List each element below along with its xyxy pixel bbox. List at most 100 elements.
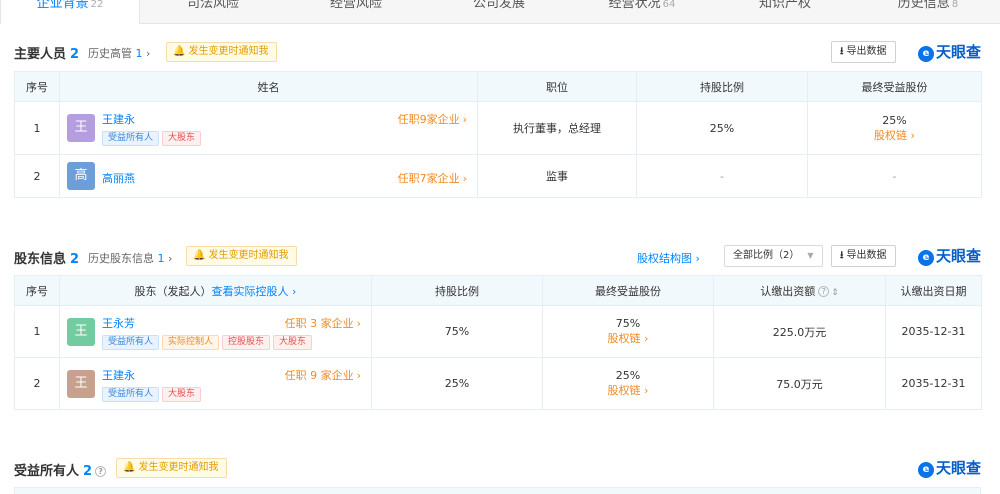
beneficiaries-table-header xyxy=(14,487,981,494)
export-data-button[interactable]: ⭳ 导出数据 xyxy=(831,245,896,267)
download-icon: ⭳ xyxy=(840,46,844,57)
beneficiaries-section-title: 受益所有人 2? xyxy=(14,460,107,479)
tianyancha-logo: e 天眼查 xyxy=(918,42,981,62)
sort-icon[interactable]: ⇕ xyxy=(831,288,839,298)
notify-label: 发生变更时通知我 xyxy=(208,250,289,261)
benefit-value: 75% xyxy=(615,317,641,330)
equity-chain-link[interactable]: 股权链 › xyxy=(874,129,915,142)
ratio-cell: 75% xyxy=(371,305,543,358)
person-cell: 高 高丽燕 任职7家企业 › xyxy=(59,154,478,198)
equity-structure-link[interactable]: 股权结构图 › xyxy=(637,250,700,266)
tag-beneficial-owner: 受益所有人 xyxy=(102,131,160,146)
tag-list: 受益所有人 大股东 xyxy=(102,130,204,146)
tag-major-shareholder: 大股东 xyxy=(162,131,202,146)
amount-cell: 75.0万元 xyxy=(713,357,886,410)
avatar: 王 xyxy=(67,370,95,398)
tab-judicial-risk[interactable]: 司法风险 xyxy=(143,0,283,17)
download-icon: ⭳ xyxy=(840,250,844,261)
question-icon[interactable]: ? xyxy=(818,285,830,297)
serve-companies-link[interactable]: 任职9家企业 › xyxy=(398,111,467,127)
tab-business-status[interactable]: 经营状况 64 xyxy=(572,0,712,17)
row-index: 2 xyxy=(14,357,60,410)
equity-chain-label: 股权链 xyxy=(607,332,641,345)
shareholder-cell: 王 王永芳 受益所有人 实际控制人 控股股东 大股东 任职 3 家企业 › xyxy=(59,305,372,358)
question-icon[interactable]: ? xyxy=(95,466,107,477)
tab-company-development[interactable]: 公司发展 xyxy=(429,0,569,17)
benefit-value: 25% xyxy=(615,369,641,382)
notify-label: 发生变更时通知我 xyxy=(188,46,269,57)
tab-history-info[interactable]: 历史信息 8 xyxy=(858,0,998,17)
brand-logo-icon: e xyxy=(918,250,934,266)
tab-label: 司法风险 xyxy=(186,0,239,11)
tab-company-background[interactable]: 企业背景 22 xyxy=(0,0,140,24)
bell-icon: 🔔 xyxy=(193,250,206,261)
section-title-text: 主要人员 xyxy=(14,47,67,62)
export-data-button[interactable]: ⭳ 导出数据 xyxy=(831,41,896,63)
table-row: 2 王 王建永 受益所有人 大股东 任职 9 家企业 › 25% 25% 股权链 ›… xyxy=(14,357,982,410)
notify-on-change-button[interactable]: 🔔 发生变更时通知我 xyxy=(186,246,298,266)
col-header-amount[interactable]: 认缴出资额? ⇕ xyxy=(713,275,886,306)
section-count: 2 xyxy=(70,47,80,62)
chevron-right-icon: › xyxy=(146,47,151,60)
view-actual-controller-link[interactable]: 查看实际控股人 › xyxy=(212,285,297,298)
person-name-link[interactable]: 高丽燕 xyxy=(102,170,135,186)
amount-cell: 225.0万元 xyxy=(713,305,886,358)
tab-label: 经营状况 xyxy=(608,0,661,11)
col-header-label: 认缴出资额 xyxy=(760,284,816,298)
shareholder-name-link[interactable]: 王永芳 xyxy=(102,315,135,331)
table-row: 2 高 高丽燕 任职7家企业 › 监事 - - xyxy=(14,154,982,198)
tianyancha-logo: e 天眼查 xyxy=(918,246,981,266)
shareholder-name-link[interactable]: 王建永 xyxy=(102,367,135,383)
brand-name: 天眼查 xyxy=(936,459,982,477)
history-count: 1 xyxy=(157,252,165,265)
ratio-cell: 25% xyxy=(636,101,808,155)
section-count: 2 xyxy=(70,252,80,267)
avatar: 王 xyxy=(67,318,95,346)
tag-list: 受益所有人 大股东 xyxy=(102,386,204,402)
tab-business-risk[interactable]: 经营风险 xyxy=(286,0,426,17)
table-row: 1 王 王永芳 受益所有人 实际控制人 控股股东 大股东 任职 3 家企业 › 75% … xyxy=(14,305,982,358)
col-header-shareholder: 股东（发起人）查看实际控股人 › xyxy=(59,275,372,306)
col-header: 最终受益股份 xyxy=(807,71,982,102)
tab-intellectual-property[interactable]: 知识产权 xyxy=(715,0,855,17)
history-count: 1 xyxy=(135,47,143,60)
tianyancha-logo: e 天眼查 xyxy=(918,458,981,478)
shareholder-cell: 王 王建永 受益所有人 大股东 任职 9 家企业 › xyxy=(59,357,372,410)
serve-label: 任职 9 家企业 xyxy=(284,369,354,382)
position-cell: 监事 xyxy=(477,154,637,198)
equity-chain-link[interactable]: 股权链 › xyxy=(608,332,649,345)
chevron-right-icon: › xyxy=(168,252,173,265)
col-header: 持股比例 xyxy=(371,275,543,306)
person-cell: 王 王建永 受益所有人 大股东 任职9家企业 › xyxy=(59,101,478,155)
tab-count: 8 xyxy=(951,0,959,10)
select-value: 全部比例（2） xyxy=(733,250,800,261)
col-header: 最终受益股份 xyxy=(542,275,714,306)
tab-count: 22 xyxy=(90,0,104,10)
serve-companies-link[interactable]: 任职 9 家企业 › xyxy=(285,367,361,383)
export-label: 导出数据 xyxy=(846,46,887,57)
section-count: 2 xyxy=(83,464,93,479)
row-index: 2 xyxy=(14,154,60,198)
serve-companies-link[interactable]: 任职7家企业 › xyxy=(398,170,467,186)
link-label: 查看实际控股人 xyxy=(211,284,289,298)
history-label: 历史股东信息 xyxy=(88,252,154,265)
shareholders-table: 序号 股东（发起人）查看实际控股人 › 持股比例 最终受益股份 认缴出资额? ⇕ … xyxy=(14,275,982,410)
avatar: 王 xyxy=(67,114,95,142)
chevron-right-icon: › xyxy=(292,284,297,298)
tab-label: 企业背景 xyxy=(36,0,89,11)
notify-label: 发生变更时通知我 xyxy=(138,462,219,473)
history-shareholders-link[interactable]: 历史股东信息 1 › xyxy=(88,250,172,266)
benefit-cell: 75% 股权链 › xyxy=(542,305,714,358)
person-name-link[interactable]: 王建永 xyxy=(102,111,135,127)
ratio-filter-select[interactable]: 全部比例（2） ▼ xyxy=(724,245,823,267)
brand-name: 天眼查 xyxy=(936,43,982,61)
notify-on-change-button[interactable]: 🔔 发生变更时通知我 xyxy=(166,42,278,62)
equity-chain-link[interactable]: 股权链 › xyxy=(608,384,649,397)
history-executives-link[interactable]: 历史高管 1 › xyxy=(88,45,150,61)
tag-list: 受益所有人 实际控制人 控股股东 大股东 xyxy=(102,334,315,350)
serve-companies-link[interactable]: 任职 3 家企业 › xyxy=(285,315,361,331)
tab-label: 知识产权 xyxy=(758,0,811,11)
col-header-label: 股东（发起人） xyxy=(134,284,212,298)
bell-icon: 🔔 xyxy=(173,46,186,57)
notify-on-change-button[interactable]: 🔔 发生变更时通知我 xyxy=(116,458,228,478)
